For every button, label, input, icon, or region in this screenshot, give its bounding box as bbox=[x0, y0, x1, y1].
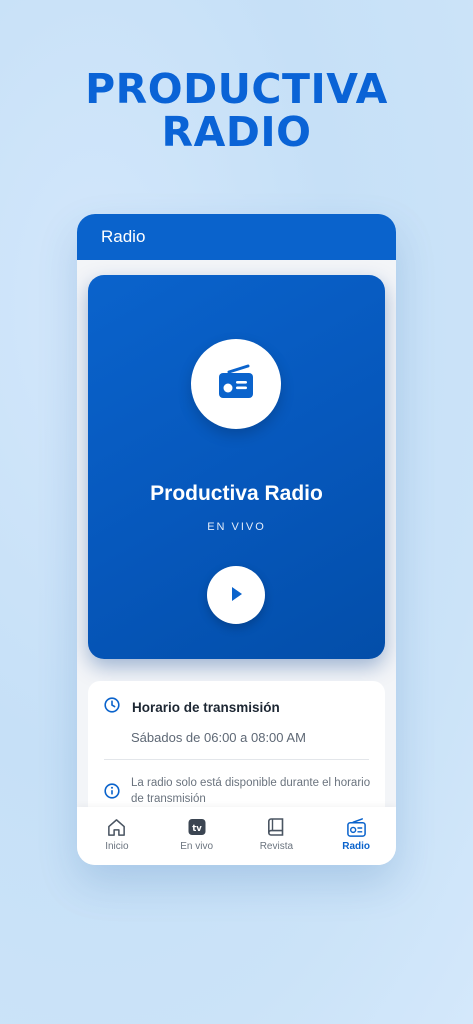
tv-icon: tv bbox=[186, 816, 208, 838]
bottom-tab-bar: Inicio tv En vivo Revista Radio bbox=[77, 807, 396, 865]
tab-label-inicio: Inicio bbox=[105, 841, 129, 852]
tab-label-en-vivo: En vivo bbox=[180, 841, 214, 852]
radio-icon bbox=[216, 362, 256, 407]
tab-label-radio: Radio bbox=[342, 841, 371, 852]
schedule-title: Horario de transmisión bbox=[132, 700, 280, 715]
phone-screen: Radio Productiva Radio EN VIVO Horario d… bbox=[77, 214, 396, 865]
station-name: Productiva Radio bbox=[150, 482, 323, 505]
app-bar: Radio bbox=[77, 214, 396, 260]
tab-inicio[interactable]: Inicio bbox=[77, 807, 157, 865]
availability-note: La radio solo está disponible durante el… bbox=[131, 777, 371, 805]
app-bar-title: Radio bbox=[101, 227, 146, 246]
radio-badge bbox=[191, 339, 281, 429]
schedule-time: Sábados de 06:00 a 08:00 AM bbox=[131, 730, 306, 745]
tab-en-vivo[interactable]: tv En vivo bbox=[157, 807, 237, 865]
tab-radio[interactable]: Radio bbox=[316, 807, 396, 865]
promo-line-2: RADIO bbox=[161, 108, 312, 156]
tab-revista[interactable]: Revista bbox=[237, 807, 317, 865]
home-icon bbox=[106, 816, 128, 838]
promo-headline: PRODUCTIVA RADIO bbox=[0, 68, 473, 154]
play-icon bbox=[227, 585, 245, 606]
schedule-header: Horario de transmisión bbox=[104, 697, 280, 718]
book-icon bbox=[265, 816, 287, 838]
radio-icon bbox=[345, 816, 367, 838]
svg-text:tv: tv bbox=[192, 824, 202, 834]
promo-line-1: PRODUCTIVA bbox=[85, 65, 388, 113]
tab-label-revista: Revista bbox=[259, 841, 294, 852]
live-status: EN VIVO bbox=[207, 521, 266, 533]
clock-icon bbox=[104, 697, 120, 718]
info-icon bbox=[104, 783, 120, 804]
radio-player-card: Productiva Radio EN VIVO bbox=[88, 275, 385, 659]
divider bbox=[104, 759, 369, 760]
schedule-card: Horario de transmisión Sábados de 06:00 … bbox=[88, 681, 385, 821]
play-button[interactable] bbox=[207, 566, 265, 624]
